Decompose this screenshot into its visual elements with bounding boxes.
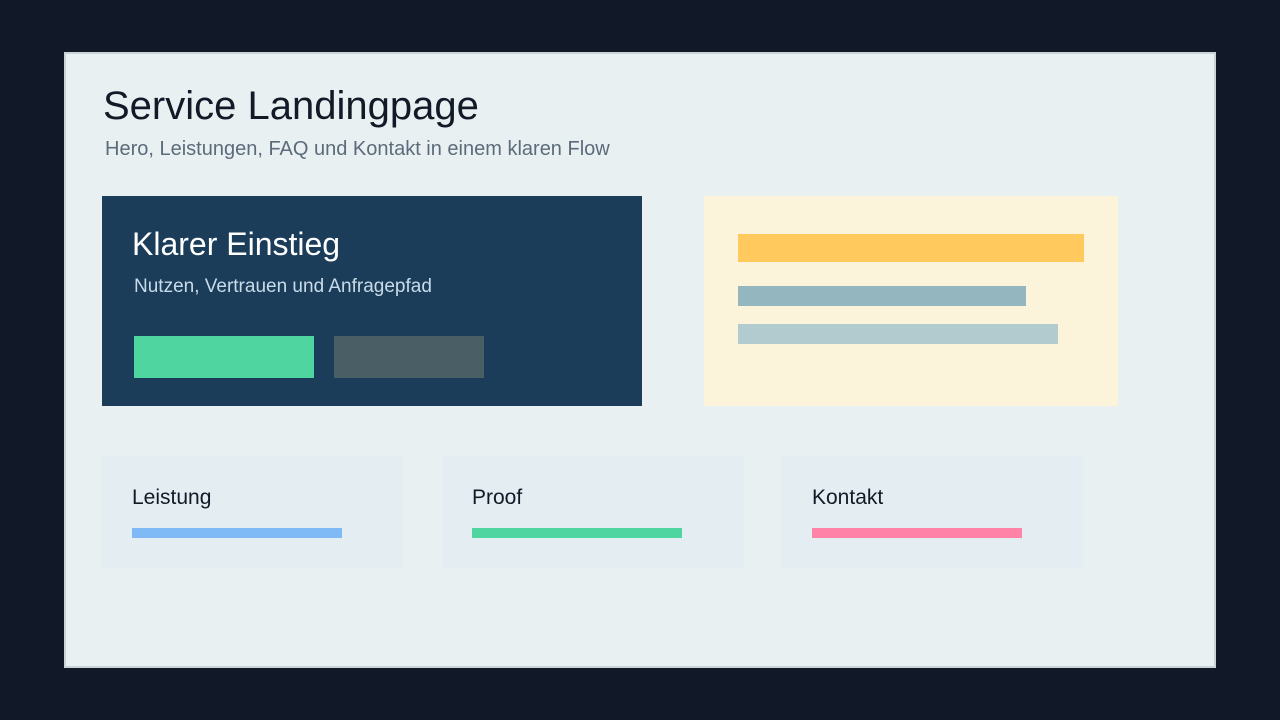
landing-page-frame: Service Landingpage Hero, Leistungen, FA… (64, 52, 1216, 668)
card-kontakt[interactable]: Kontakt (782, 456, 1084, 568)
hero-primary-button[interactable] (134, 336, 314, 378)
hero-section: Klarer Einstieg Nutzen, Vertrauen und An… (102, 196, 642, 406)
page-title: Service Landingpage (103, 84, 479, 128)
card-proof[interactable]: Proof (442, 456, 744, 568)
card-label: Proof (472, 486, 523, 509)
hero-subtitle: Nutzen, Vertrauen und Anfragepfad (134, 276, 432, 297)
hero-secondary-button[interactable] (334, 336, 484, 378)
card-label: Leistung (132, 486, 212, 509)
hero-preview-panel (704, 196, 1118, 406)
page-subtitle: Hero, Leistungen, FAQ und Kontakt in ein… (105, 138, 610, 160)
card-accent-bar (132, 528, 342, 538)
card-accent-bar (472, 528, 682, 538)
card-label: Kontakt (812, 486, 884, 509)
card-accent-bar (812, 528, 1022, 538)
preview-text-bar (738, 286, 1026, 306)
card-leistung[interactable]: Leistung (102, 456, 402, 568)
preview-headline-bar (738, 234, 1084, 262)
preview-text-bar (738, 324, 1058, 344)
hero-title: Klarer Einstieg (132, 226, 341, 262)
